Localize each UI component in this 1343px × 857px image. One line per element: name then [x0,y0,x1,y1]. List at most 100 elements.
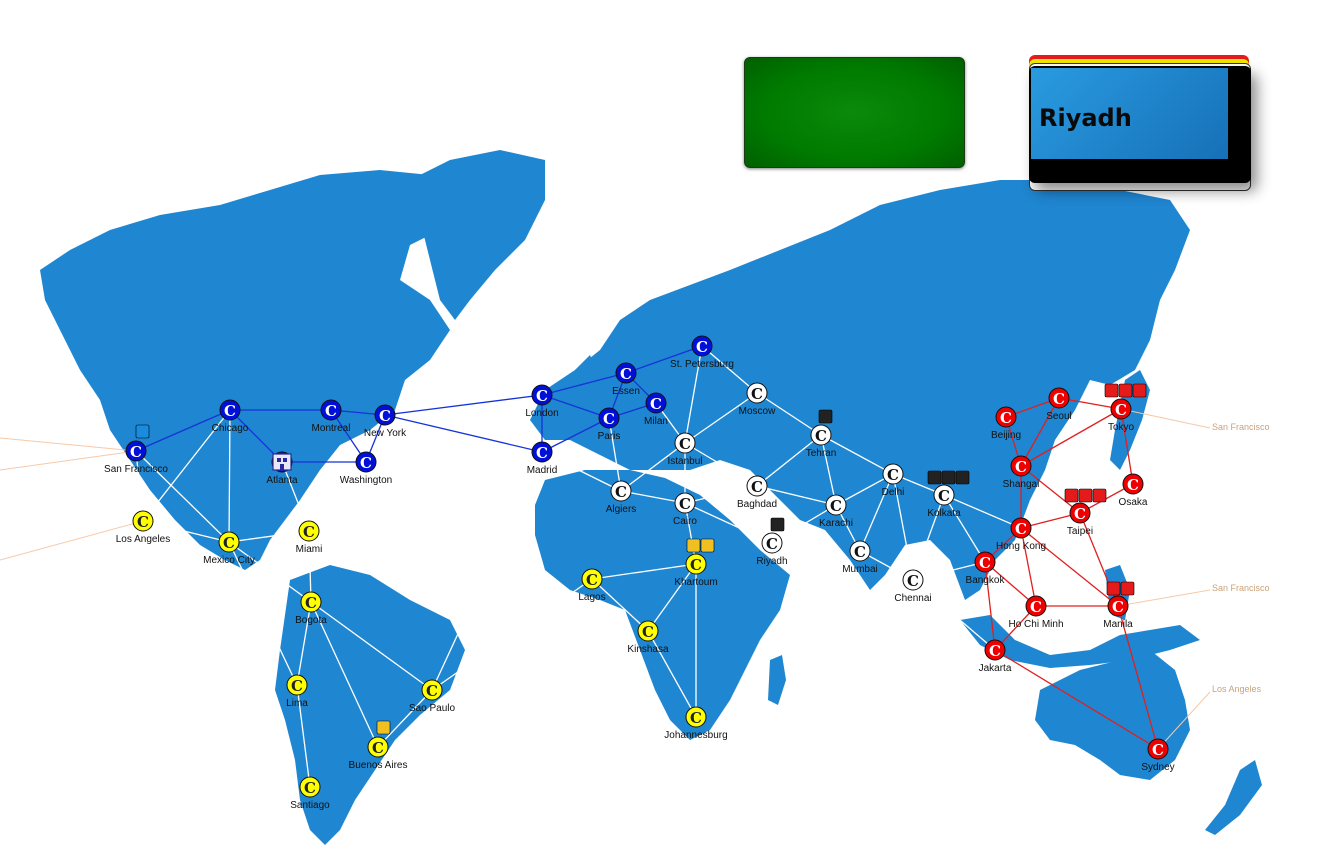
disease-cube-stack-blue [135,424,150,439]
disease-cube-stack-black [818,409,833,424]
disease-cube [941,470,956,485]
city-glyph-icon: C [1115,401,1127,419]
city-glyph-icon: C [303,523,315,541]
route-new-york-madrid [384,414,543,453]
city-glyph-icon: C [1000,409,1012,427]
city-label: Montreal [312,423,351,434]
disease-cube [686,538,701,553]
city-glyph-icon: C [1053,390,1065,408]
city-label: Beijing [991,430,1021,441]
city-label: San Francisco [104,464,168,475]
city-chennai[interactable]: C Chennai [894,569,932,604]
city-glyph-icon: C [751,385,763,403]
city-label: Chicago [212,423,249,434]
city-taipei[interactable]: C Taipei [1067,502,1093,537]
city-washington[interactable]: C Washington [340,451,392,486]
city-label: Sao Paulo [409,703,456,714]
city-label: Johannesburg [664,730,727,741]
city-glyph-icon: C [223,534,235,552]
wrap-route-label: San Francisco [1212,583,1270,593]
route-new-york-london [384,394,543,416]
city-label: Bogota [295,615,327,626]
city-glyph-icon: C [130,443,142,461]
africa-landmass [535,470,790,740]
city-label: Mumbai [842,564,878,575]
city-label: Kinshasa [627,644,669,655]
city-label: Bangkok [966,575,1006,586]
city-manila[interactable]: C Manila [1103,595,1133,630]
city-glyph-icon: C [291,677,303,695]
city-glyph-icon: C [679,435,691,453]
disease-cube [955,470,970,485]
madagascar-landmass [768,655,786,705]
research-station-icon [272,453,292,471]
disease-cube [1092,488,1107,503]
city-glyph-icon: C [766,535,778,553]
city-label: Lagos [578,592,605,603]
disease-cube [927,470,942,485]
city-label: Milan [644,416,668,427]
city-glyph-icon: C [815,427,827,445]
city-ho-chi-minh[interactable]: C Ho Chi Minh [1008,595,1064,630]
city-label: Osaka [1119,497,1148,508]
city-glyph-icon: C [305,594,317,612]
city-label: Jakarta [979,663,1012,674]
city-label: Ho Chi Minh [1008,619,1063,630]
city-label: Paris [598,431,621,442]
city-glyph-icon: C [938,487,950,505]
city-label: Riyadh [756,556,787,567]
city-label: Shangai [1003,479,1040,490]
city-glyph-icon: C [137,513,149,531]
city-miami[interactable]: C Miami [296,520,323,555]
city-label: Atlanta [266,475,298,486]
wrap-route-label: Los Angeles [1212,684,1262,694]
city-label: Seoul [1046,411,1072,422]
city-label: Algiers [606,504,637,515]
city-label: Istanbul [667,456,702,467]
city-glyph-icon: C [1030,598,1042,616]
player-card-riyadh[interactable]: Riyadh [1029,66,1251,183]
city-glyph-icon: C [1015,520,1027,538]
city-glyph-icon: C [751,478,763,496]
city-glyph-icon: C [536,444,548,462]
city-glyph-icon: C [989,642,1001,660]
city-label: St. Petersburg [670,359,734,370]
disease-cube [1106,581,1121,596]
disease-cube [1064,488,1079,503]
city-label: Miami [296,544,323,555]
game-board: San Francisco San Francisco Los Angeles CS… [0,0,1343,857]
city-glyph-icon: C [907,572,919,590]
city-label: Lima [286,698,308,709]
city-glyph-icon: C [650,395,662,413]
city-label: Kolkata [927,508,961,519]
city-label: London [525,408,558,419]
new-zealand-landmass [1205,760,1262,835]
disease-cube-stack-red [1064,488,1107,503]
city-glyph-icon: C [854,543,866,561]
city-label: Tehran [806,448,837,459]
disease-cube [700,538,715,553]
disease-cube-stack-black [927,470,970,485]
city-label: Essen [612,386,640,397]
route-sao-paulo-madrid [431,451,543,691]
city-osaka[interactable]: C Osaka [1119,473,1148,508]
city-glyph-icon: C [830,497,842,515]
city-label: Manila [1103,619,1133,630]
north-america-landmass [40,170,470,570]
city-label: Hong Kong [996,541,1046,552]
city-glyph-icon: C [325,402,337,420]
route-hong-kong-manila [1020,527,1119,607]
route-chennai-jakarta [912,579,996,651]
city-glyph-icon: C [224,402,236,420]
city-glyph-icon: C [690,556,702,574]
city-glyph-icon: C [426,682,438,700]
australia-landmass [1035,650,1190,780]
disease-cube [135,424,150,439]
city-los-angeles[interactable]: C Los Angeles [116,510,171,545]
disease-cube [818,409,833,424]
city-glyph-icon: C [586,571,598,589]
city-label: Karachi [819,518,853,529]
city-label: Chennai [894,593,931,604]
city-glyph-icon: C [372,739,384,757]
city-label: Cairo [673,516,697,527]
